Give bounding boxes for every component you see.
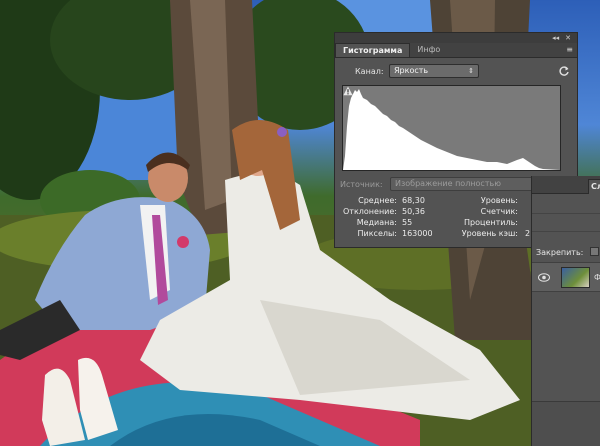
layers-blend-row[interactable] (532, 218, 600, 232)
layer-row[interactable]: Ф (532, 262, 600, 292)
stat-cache-level: Уровень кэш: (461, 229, 518, 238)
stat-cache-level-value: 2 (525, 229, 531, 238)
stat-level: Уровень: (480, 196, 518, 205)
histogram-graph (342, 85, 561, 171)
channel-row: Канал: Яркость ⇕ (335, 64, 577, 80)
layers-panel: Сл Закрепить: Ф (531, 176, 600, 446)
panel-tabs: Гистограмма Инфо ≡ (335, 43, 577, 58)
layers-panel-tabs: Сл (532, 176, 600, 194)
layers-filter-row[interactable] (532, 198, 600, 214)
panel-topbar: ◂◂ ✕ (335, 33, 577, 43)
lock-label: Закрепить: (536, 248, 584, 257)
channel-value: Яркость (394, 66, 429, 75)
channel-label: Канал: (355, 67, 384, 76)
tab-histogram[interactable]: Гистограмма (335, 43, 411, 57)
channel-select[interactable]: Яркость ⇕ (389, 64, 479, 78)
source-label: Источник: (340, 180, 383, 189)
layer-thumbnail[interactable] (561, 267, 590, 288)
source-value: Изображение полностью (395, 179, 501, 188)
layers-panel-footer (532, 401, 600, 446)
histogram-curve (343, 89, 560, 170)
refresh-icon[interactable] (558, 65, 570, 77)
collapse-panel-icon[interactable]: ◂◂ (552, 33, 559, 43)
tab-info[interactable]: Инфо (410, 43, 447, 57)
warning-icon[interactable] (343, 86, 353, 96)
lock-transparency-checkbox[interactable] (590, 247, 599, 256)
stat-percentile: Процентиль: (464, 218, 518, 227)
tab-layers[interactable]: Сл (588, 179, 600, 194)
close-panel-icon[interactable]: ✕ (565, 33, 571, 43)
panel-menu-icon[interactable]: ≡ (566, 45, 573, 54)
eye-icon[interactable] (538, 273, 550, 282)
dropdown-arrow-icon: ⇕ (468, 67, 474, 75)
stat-count: Счетчик: (480, 207, 518, 216)
layer-name[interactable]: Ф (594, 273, 600, 282)
